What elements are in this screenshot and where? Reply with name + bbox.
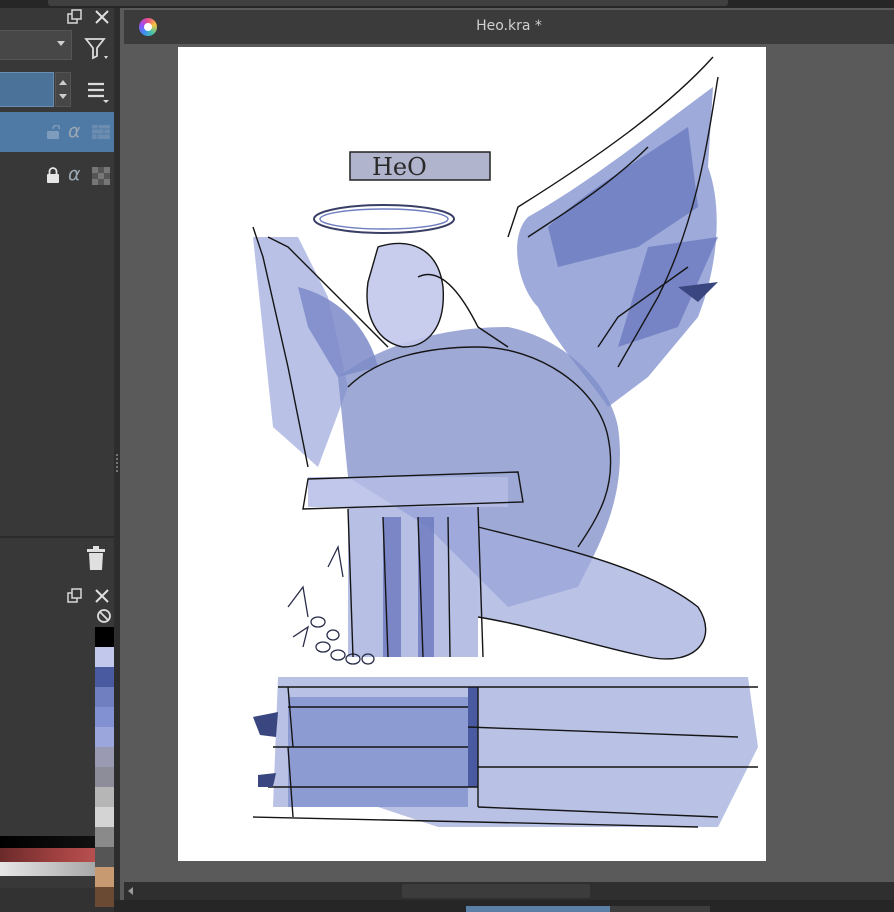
palette-swatch[interactable] [95, 747, 115, 767]
document-title: Heo.kra * [476, 18, 542, 34]
filter-icon[interactable] [82, 34, 110, 62]
palette-swatch[interactable] [95, 727, 115, 747]
opacity-spinbox[interactable] [55, 72, 71, 107]
top-bar [0, 0, 894, 8]
palette-swatch[interactable] [95, 707, 115, 727]
palette-swatch[interactable] [95, 647, 115, 667]
status-bar [114, 900, 894, 912]
alpha-lock-icon[interactable]: α [68, 120, 81, 142]
inherit-alpha-icon[interactable] [92, 167, 110, 185]
scrollbar-thumb[interactable] [402, 884, 590, 898]
palette-swatch[interactable] [95, 767, 115, 787]
layer-list [0, 197, 114, 535]
canvas-document[interactable]: HeO [178, 47, 766, 861]
chevron-down-icon [57, 41, 65, 46]
inherit-alpha-icon[interactable] [92, 124, 110, 139]
float-window-icon[interactable] [66, 587, 84, 605]
lock-icon[interactable] [46, 167, 60, 183]
unlocked-icon[interactable] [46, 124, 61, 139]
alpha-lock-icon[interactable]: α [68, 163, 81, 185]
docker-divider [0, 536, 114, 538]
color-gradient[interactable] [0, 848, 95, 862]
layer-row[interactable]: α [0, 155, 114, 195]
chevron-left-icon[interactable] [128, 887, 133, 895]
grip-icon [116, 454, 118, 474]
no-color-icon[interactable] [96, 608, 112, 624]
palette-swatch[interactable] [95, 807, 115, 827]
horizontal-scrollbar[interactable] [124, 882, 894, 900]
palette-swatch[interactable] [95, 827, 115, 847]
color-gradient[interactable] [0, 836, 95, 848]
close-icon[interactable] [93, 587, 111, 605]
top-scrollbar[interactable] [48, 0, 728, 6]
menu-icon[interactable] [84, 78, 112, 106]
palette-swatch[interactable] [95, 787, 115, 807]
chevron-up-icon[interactable] [59, 80, 67, 85]
palette-swatch[interactable] [95, 687, 115, 707]
chevron-down-icon[interactable] [59, 94, 67, 99]
status-segment [610, 906, 710, 912]
palette-swatch[interactable] [95, 847, 115, 867]
sign-text: HeO [372, 153, 427, 181]
palette-swatch[interactable] [95, 627, 115, 647]
blend-mode-dropdown[interactable] [0, 30, 72, 60]
palette-swatch[interactable] [95, 887, 115, 907]
document-titlebar: Heo.kra * [124, 10, 894, 44]
palette-swatch[interactable] [95, 667, 115, 687]
palette-swatch[interactable] [95, 867, 115, 887]
layer-row[interactable]: α [0, 112, 114, 152]
sketch-artwork: HeO [252, 56, 758, 828]
float-window-icon[interactable] [66, 8, 84, 26]
progress-indicator [466, 906, 610, 912]
trash-icon[interactable] [84, 545, 108, 571]
close-icon[interactable] [93, 8, 111, 26]
opacity-field[interactable] [0, 72, 54, 107]
color-gradient[interactable] [0, 862, 95, 876]
